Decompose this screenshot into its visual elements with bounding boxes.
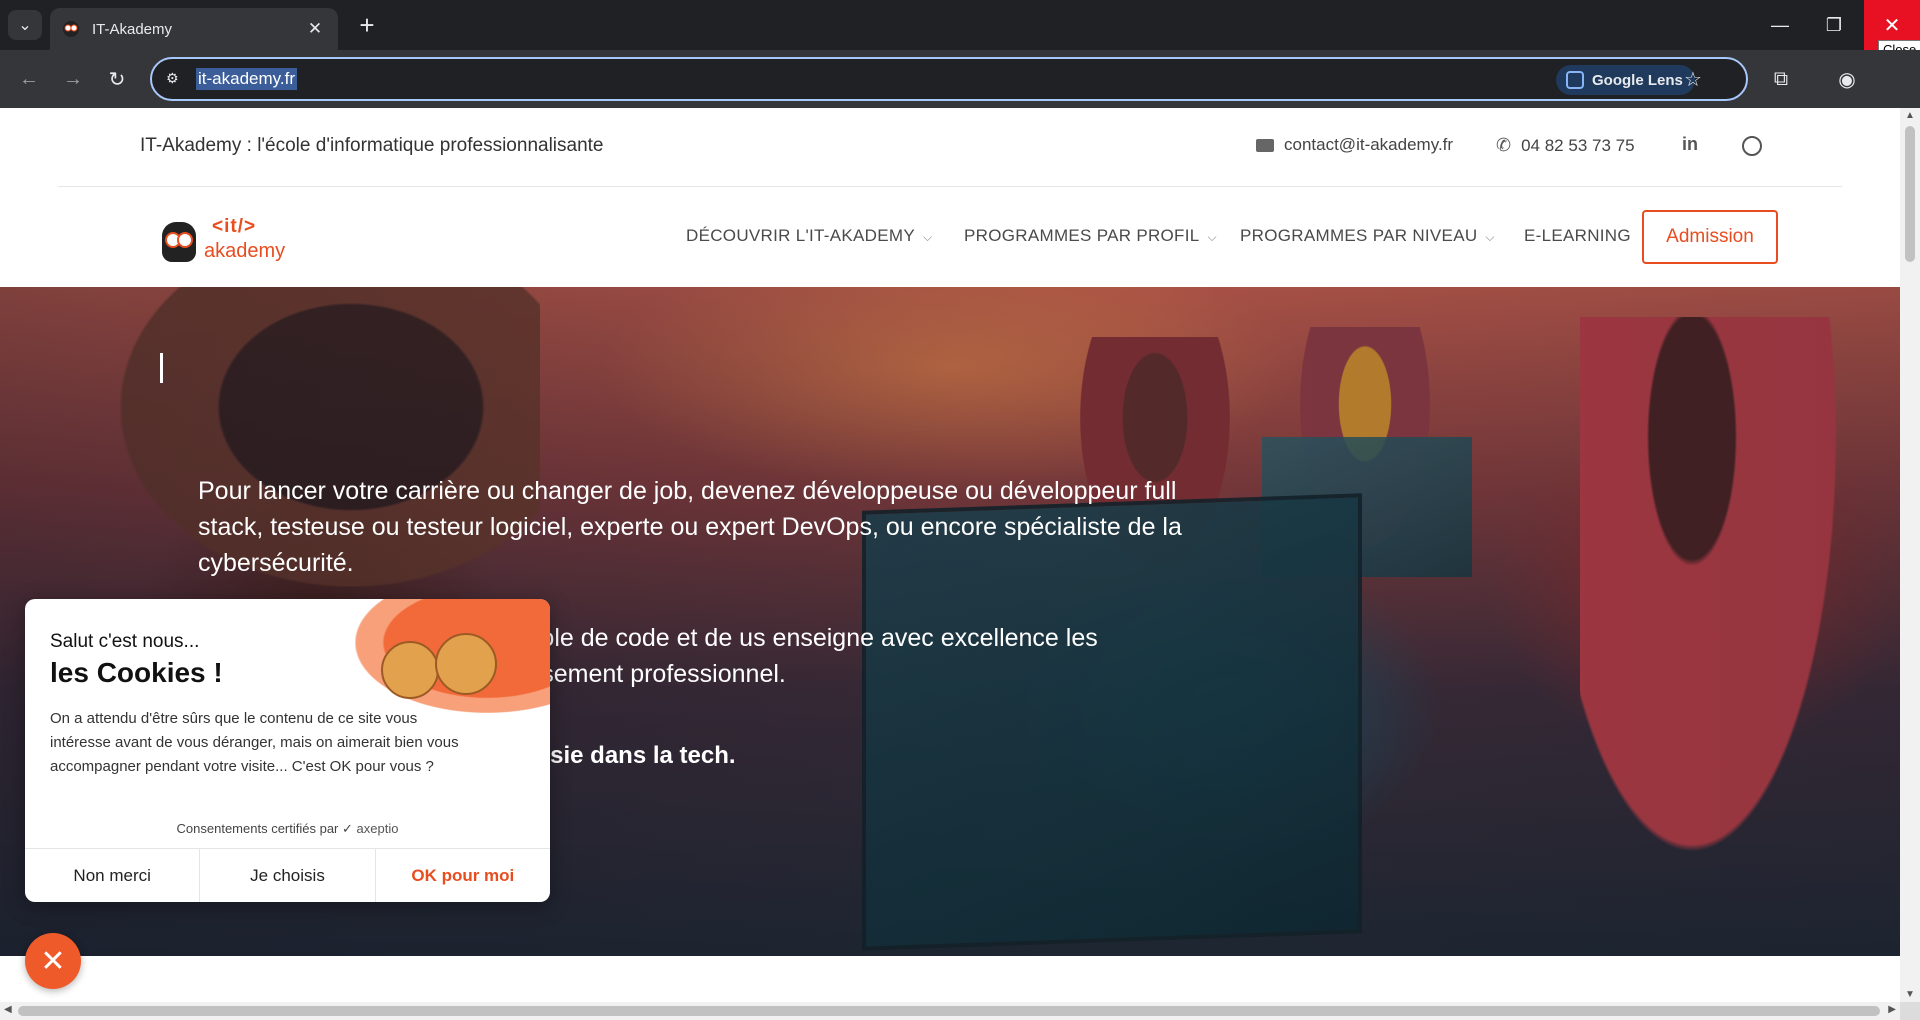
- cookie-brand: axeptio: [356, 821, 399, 836]
- new-tab-button[interactable]: +: [352, 10, 382, 40]
- close-icon: ✕: [40, 944, 66, 978]
- cookie-greeting: Salut c'est nous...: [50, 631, 200, 652]
- vertical-scrollbar[interactable]: ▲ ▼: [1900, 108, 1920, 1002]
- chevron-down-icon: ⌵: [923, 229, 933, 244]
- cookie-choose-button[interactable]: Je choisis: [200, 849, 376, 902]
- browser-tab[interactable]: IT-Akademy ✕: [50, 8, 338, 50]
- reload-button[interactable]: ↻: [102, 64, 132, 94]
- nav-item-elearning[interactable]: E-LEARNING: [1524, 226, 1631, 246]
- chevron-down-icon: ⌵: [1485, 229, 1495, 244]
- horizontal-scroll-thumb[interactable]: [18, 1006, 1880, 1016]
- contact-phone[interactable]: 04 82 53 73 75: [1521, 136, 1634, 156]
- google-lens-button[interactable]: Google Lens: [1556, 65, 1695, 95]
- nav-item-decouvrir[interactable]: DÉCOUVRIR L'IT-AKADEMY ⌵: [686, 226, 932, 246]
- site-logo[interactable]: <it/> akademy: [162, 216, 292, 266]
- contact-phone-link[interactable]: ✆ 04 82 53 73 75: [1496, 135, 1635, 156]
- horizontal-scrollbar[interactable]: ◀ ▶: [0, 1002, 1900, 1020]
- nav-label: PROGRAMMES PAR PROFIL: [964, 226, 1200, 245]
- profile-icon[interactable]: ◉: [1832, 64, 1862, 94]
- hero-paragraph-1: Pour lancer votre carrière ou changer de…: [198, 477, 1182, 577]
- owl-logo-icon: [162, 222, 196, 262]
- top-info-bar: IT-Akademy : l'école d'informatique prof…: [0, 108, 1900, 186]
- cookie-certification: Consentements certifiés par ✓ axeptio: [25, 821, 550, 837]
- axeptio-logo-icon: ✓: [342, 821, 357, 836]
- nav-item-programmes-profil[interactable]: PROGRAMMES PAR PROFIL ⌵: [964, 226, 1217, 246]
- header-divider: [58, 186, 1842, 187]
- scroll-up-arrow-icon[interactable]: ▲: [1904, 110, 1916, 121]
- cookie-body-text: On a attendu d'être sûrs que le contenu …: [50, 710, 459, 775]
- bookmark-star-icon[interactable]: ☆: [1684, 67, 1702, 92]
- site-tagline: IT-Akademy : l'école d'informatique prof…: [140, 135, 604, 156]
- vertical-scroll-thumb[interactable]: [1905, 126, 1915, 262]
- lens-icon: [1566, 71, 1584, 89]
- cookie-consent-dialog: Salut c'est nous... les Cookies ! On a a…: [25, 599, 550, 902]
- contact-email-link[interactable]: contact@it-akademy.fr: [1256, 135, 1453, 155]
- forward-button[interactable]: →: [58, 64, 88, 94]
- scroll-right-arrow-icon[interactable]: ▶: [1888, 1004, 1896, 1015]
- address-bar[interactable]: ⚙ it-akademy.fr Google Lens ☆: [150, 57, 1748, 101]
- scroll-down-arrow-icon[interactable]: ▼: [1904, 989, 1916, 1000]
- tab-close-icon[interactable]: ✕: [304, 19, 326, 39]
- back-button[interactable]: ←: [14, 64, 44, 94]
- chevron-down-icon: ⌵: [1207, 229, 1217, 244]
- admission-button[interactable]: Admission: [1642, 210, 1778, 264]
- cookie-accept-button[interactable]: OK pour moi: [376, 849, 550, 902]
- window-restore-button[interactable]: ❐: [1806, 0, 1862, 50]
- nav-label: PROGRAMMES PAR NIVEAU: [1240, 226, 1478, 245]
- nav-item-programmes-niveau[interactable]: PROGRAMMES PAR NIVEAU ⌵: [1240, 226, 1495, 246]
- contact-email[interactable]: contact@it-akademy.fr: [1284, 135, 1453, 155]
- extensions-icon[interactable]: ⧉: [1766, 64, 1796, 94]
- cookie-certified-label: Consentements certifiés par: [176, 821, 339, 836]
- scroll-left-arrow-icon[interactable]: ◀: [4, 1004, 12, 1015]
- cookie-reject-button[interactable]: Non merci: [25, 849, 201, 902]
- url-text[interactable]: it-akademy.fr: [196, 68, 297, 90]
- page-content-below: [0, 956, 1900, 1002]
- cookie-headline: les Cookies !: [50, 657, 223, 688]
- scrollbar-corner: [1900, 1002, 1920, 1020]
- browser-toolbar: ← → ↻ ⚙ it-akademy.fr Google Lens ☆ ⧉ ◉ …: [0, 50, 1920, 192]
- window-minimize-button[interactable]: —: [1752, 0, 1808, 50]
- cookie-character-icon: [381, 641, 439, 699]
- phone-icon: ✆: [1496, 135, 1512, 155]
- logo-text-it: <it/>: [212, 216, 257, 237]
- linkedin-icon[interactable]: in: [1682, 134, 1698, 155]
- tab-title: IT-Akademy: [92, 20, 173, 38]
- chevron-down-icon: ⌄: [18, 17, 32, 34]
- envelope-icon: [1256, 138, 1274, 152]
- typing-caret: [160, 353, 163, 383]
- cookie-character-icon: [435, 633, 497, 695]
- browser-tabstrip: ⌄ IT-Akademy ✕ + — ❐ ✕ Close: [0, 0, 1920, 59]
- cookie-button-row: Non merci Je choisis OK pour moi: [25, 848, 550, 902]
- nav-label: E-LEARNING: [1524, 226, 1631, 245]
- site-favicon-icon: [63, 21, 79, 37]
- logo-text-akademy: akademy: [204, 240, 286, 262]
- github-icon[interactable]: [1742, 136, 1762, 156]
- lens-label: Google Lens: [1592, 71, 1683, 89]
- site-info-icon[interactable]: ⚙: [166, 70, 186, 90]
- tab-search-button[interactable]: ⌄: [8, 10, 42, 40]
- nav-label: DÉCOUVRIR L'IT-AKADEMY: [686, 226, 915, 245]
- cookie-close-button[interactable]: ✕: [25, 933, 81, 989]
